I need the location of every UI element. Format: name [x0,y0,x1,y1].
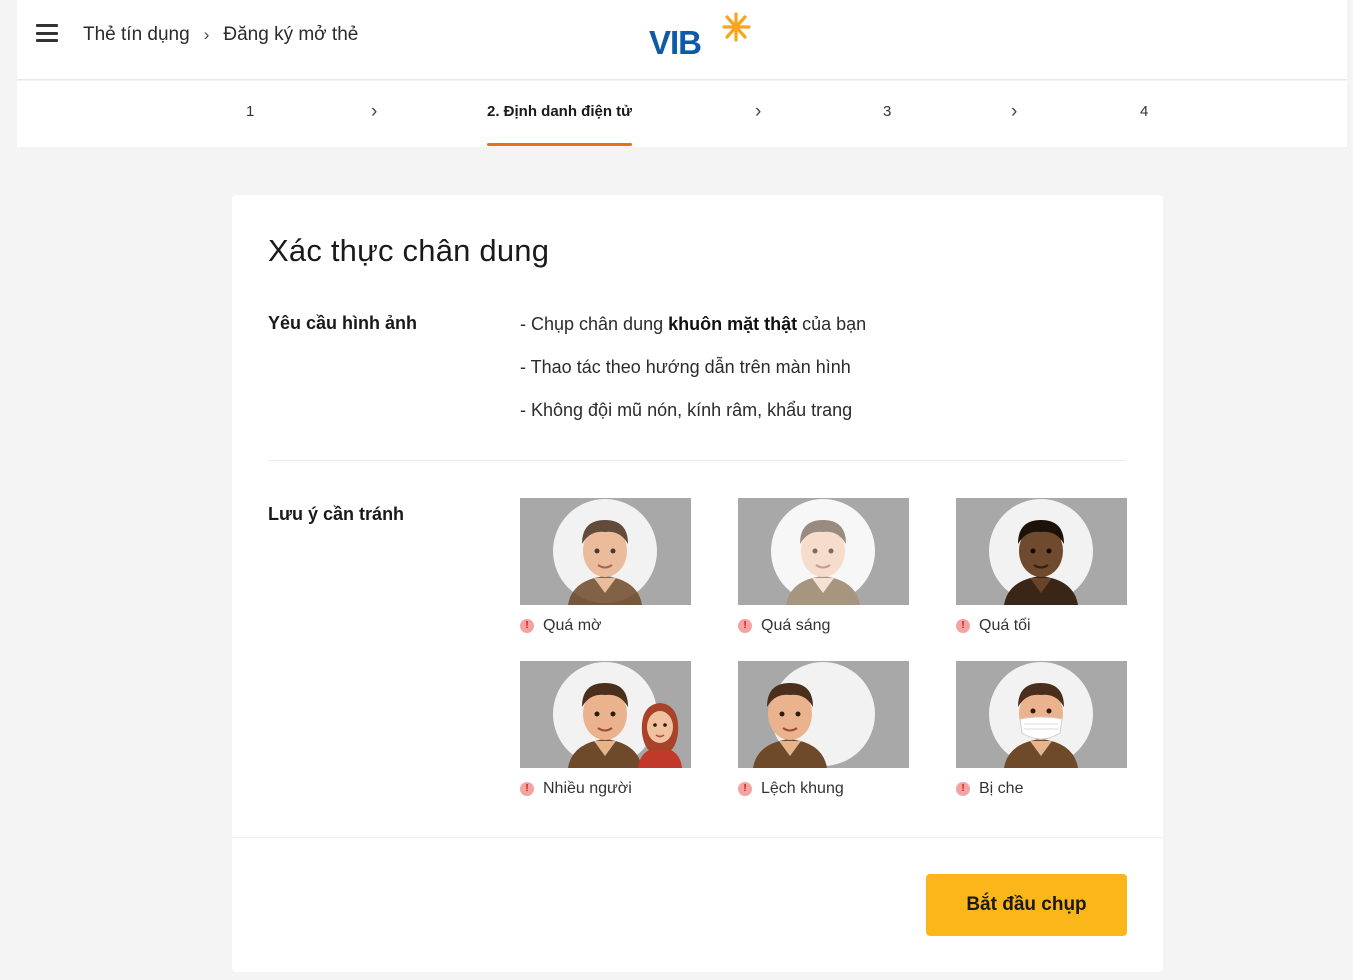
multiple-people-image [520,661,691,768]
warning-icon: ! [956,782,970,796]
avoid-example-label: ! Nhiều người [520,780,691,798]
footer-divider [232,837,1163,838]
start-capture-button[interactable]: Bắt đầu chụp [926,874,1127,936]
avoid-example-label: ! Quá mờ [520,617,691,635]
breadcrumb-register-card: Đăng ký mở thẻ [223,24,359,45]
step-4: 4 [1140,103,1149,120]
warning-icon: ! [520,782,534,796]
warning-icon: ! [738,782,752,796]
portrait-verification-card: Xác thực chân dung Yêu cầu hình ảnh - Ch… [232,195,1163,972]
avoid-example-blurry: ! Quá mờ [520,498,691,635]
page-title: Xác thực chân dung [268,233,550,268]
avoid-example-too-bright: ! Quá sáng [738,498,909,635]
avoid-example-multiple-people: ! Nhiều người [520,661,691,798]
requirements-label: Yêu cầu hình ảnh [268,313,418,333]
top-header: Thẻ tín dụng › Đăng ký mở thẻ VIB [17,0,1347,80]
requirement-item: - Không đội mũ nón, kính râm, khẩu trang [520,400,853,420]
warning-icon: ! [956,619,970,633]
breadcrumb: Thẻ tín dụng › Đăng ký mở thẻ [83,22,358,48]
avoid-example-label: ! Lệch khung [738,780,909,798]
step-3: 3 [883,103,892,120]
step-1: 1 [246,103,255,120]
dark-face-image [956,498,1127,605]
warning-icon: ! [520,619,534,633]
avoid-example-label: ! Quá sáng [738,617,909,635]
chevron-right-icon: › [203,25,210,44]
avoid-example-off-frame: ! Lệch khung [738,661,909,798]
overexposed-face-image [738,498,909,605]
vib-logo[interactable]: VIB [649,10,759,61]
requirements-list: - Chụp chân dung khuôn mặt thật của bạn … [520,313,866,442]
menu-icon[interactable] [36,24,58,42]
avoid-example-label: ! Quá tối [956,617,1127,635]
blurry-face-image [520,498,691,605]
logo-text: VIB [649,24,702,61]
step-2-active: 2. Định danh điện tử [487,103,633,146]
avoid-example-label: ! Bị che [956,780,1127,798]
off-frame-face-image [738,661,909,768]
avoid-example-covered: ! Bị che [956,661,1127,798]
requirement-item: - Chụp chân dung khuôn mặt thật của bạn [520,314,867,334]
section-divider [268,460,1126,461]
chevron-right-icon: › [371,101,378,122]
chevron-right-icon: › [755,101,762,122]
masked-face-image [956,661,1127,768]
avoid-examples-grid: ! Quá mờ ! Quá sáng ! Quá tối ! Nhiều ng… [520,498,1128,808]
warning-icon: ! [738,619,752,633]
logo-star-icon [722,12,751,42]
requirement-item: - Thao tác theo hướng dẫn trên màn hình [520,357,851,377]
avoid-example-too-dark: ! Quá tối [956,498,1127,635]
avoid-label: Lưu ý cần tránh [268,504,405,524]
progress-stepper: 1 › 2. Định danh điện tử › 3 › 4 [17,81,1347,147]
breadcrumb-credit-card[interactable]: Thẻ tín dụng [83,24,190,46]
chevron-right-icon: › [1011,101,1018,122]
